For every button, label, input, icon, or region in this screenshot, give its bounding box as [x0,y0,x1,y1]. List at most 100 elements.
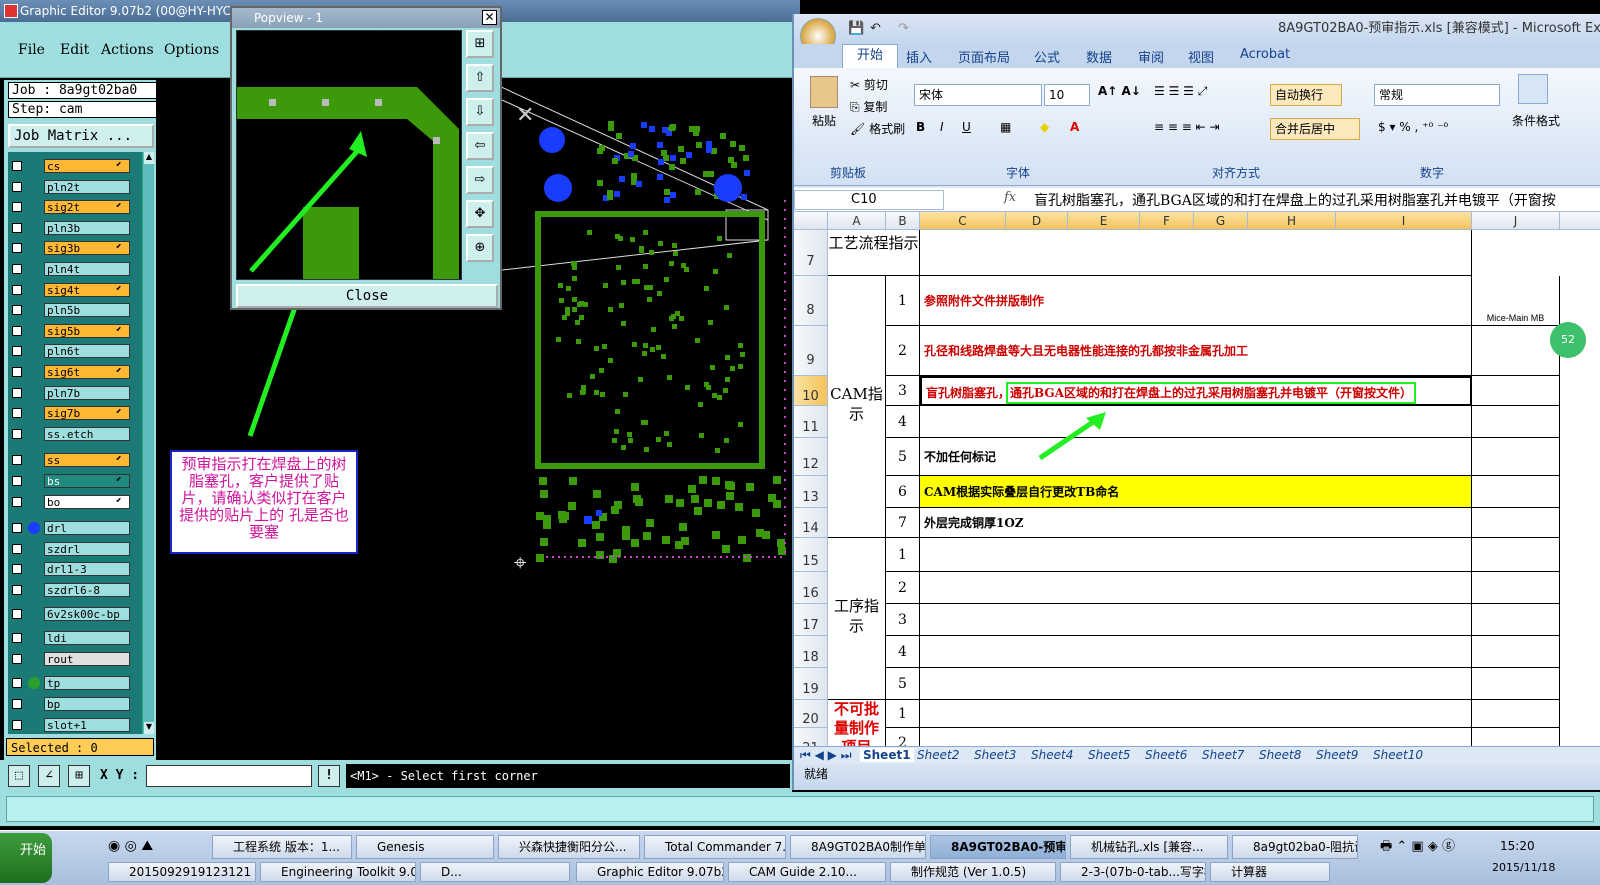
paste-icon[interactable] [810,76,838,108]
select-all-corner[interactable] [794,212,828,230]
column-header[interactable]: H [1248,212,1336,230]
cell-b14[interactable]: 7 [886,508,920,538]
taskbar-button[interactable]: 8A9GT02BA0-预审... [930,835,1066,859]
cell-j11[interactable] [1472,406,1560,438]
layer-checkbox[interactable] [12,543,22,554]
row-header[interactable]: 16 [794,572,828,604]
layer-row[interactable]: bp [8,696,146,712]
layer-list-scrollbar[interactable]: ▲ ▼ [142,152,154,734]
layer-row[interactable]: rout [8,651,146,667]
cell-c12[interactable]: 不加任何标记 [920,438,1472,476]
layer-checkbox[interactable] [12,653,22,664]
taskbar-button[interactable]: 2-3-(07b-0-tab...写字板 [1060,862,1206,882]
cell-c11[interactable] [920,406,1472,438]
menu-edit[interactable]: Edit [60,42,89,58]
conditional-format-button[interactable]: 条件格式 [1512,112,1560,129]
layer-row[interactable]: pln2t [8,179,146,195]
formula-input[interactable]: 盲孔树脂塞孔，通孔BGA区域的和打在焊盘上的过孔采用树脂塞孔并电镀平（开窗按 [1034,190,1600,210]
cell-c13[interactable]: CAM根据实际叠层自行更改TB命名 [920,476,1472,508]
tab-formulas[interactable]: 公式 [1034,47,1060,66]
taskbar-button[interactable]: 工程系统 版本：1... [212,835,352,859]
layer-row[interactable]: cs ⬋ [8,158,146,174]
tab-home[interactable]: 开始 [842,44,898,68]
layer-row[interactable]: drl [8,520,146,536]
cell-j15[interactable] [1472,538,1560,572]
layer-row[interactable]: ss.etch [8,426,146,442]
format-painter-button[interactable]: 🖌 格式刷 [850,120,905,137]
cell-j8[interactable]: Mice-Main MB [1472,276,1560,326]
cell-cam-merged[interactable]: CAM指示 [828,276,886,538]
layer-checkbox[interactable] [12,325,22,336]
save-icon[interactable]: 💾 [848,14,864,44]
layer-checkbox[interactable] [12,243,22,254]
layer-name[interactable]: ss.etch [44,426,130,441]
layer-name[interactable]: szdrl6-8 [44,583,130,597]
layer-checkbox[interactable] [12,523,22,534]
layer-name[interactable]: pln5b [44,303,130,318]
layer-row[interactable]: szdrl [8,541,146,557]
layer-row[interactable]: szdrl6-8 [8,582,146,598]
layer-checkbox[interactable] [12,346,22,357]
layer-checkbox[interactable] [12,476,22,486]
layer-row[interactable]: pln3b [8,220,146,236]
layer-checkbox[interactable] [12,496,22,507]
tab-page-layout[interactable]: 页面布局 [958,47,1010,66]
sheet-tab[interactable]: Sheet10 [1373,748,1423,762]
layer-name[interactable]: drl1-3 [44,562,130,577]
row-header[interactable]: 15 [794,538,828,572]
border-icon[interactable]: ▦ [1000,120,1011,134]
sheet-tab[interactable]: Sheet6 [1145,748,1187,762]
column-header[interactable]: A [828,212,886,230]
tab-insert[interactable]: 插入 [906,47,932,66]
layer-row[interactable]: slot+1 [8,717,146,733]
scroll-up-arrow-icon[interactable]: ▲ [144,152,154,164]
cell-b16[interactable]: 2 [886,572,920,604]
cell-j12[interactable] [1472,438,1560,476]
cell-b17[interactable]: 3 [886,604,920,636]
align-left-icon[interactable]: ≡ ≡ ≡ ⇤ ⇥ [1154,120,1220,134]
grid-icon[interactable]: ⊞ [68,765,90,787]
row-header[interactable]: 8 [794,276,828,326]
layer-row[interactable]: sig3b ⬋ [8,240,146,256]
layer-checkbox[interactable] [12,585,22,595]
pan-left-icon[interactable]: ⇦ [466,132,494,160]
sheet-tab[interactable]: Sheet7 [1202,748,1244,762]
layer-name[interactable]: szdrl [44,541,130,556]
layer-checkbox[interactable] [12,608,22,619]
row-header[interactable]: 9 [794,326,828,376]
popview-canvas[interactable] [236,30,462,280]
cell-j19[interactable] [1472,668,1560,700]
layer-row[interactable]: sig6t ⬋ [8,364,146,380]
cell-j10[interactable] [1472,376,1560,406]
taskbar-button[interactable]: Engineering Toolkit 9.07 [260,862,416,882]
undo-icon[interactable]: ↶ [870,14,881,44]
layer-name[interactable]: bp [44,697,130,711]
layer-row[interactable]: sig4t ⬋ [8,282,146,298]
row-header[interactable]: 19 [794,668,828,700]
layer-row[interactable]: pln4t [8,261,146,277]
column-header[interactable]: E [1068,212,1140,230]
cell-b12[interactable]: 5 [886,438,920,476]
wrap-text-button[interactable]: 自动换行 [1270,84,1342,106]
layer-checkbox[interactable] [12,455,22,466]
align-top-icon[interactable]: ☰ ☰ ☰ ⤢ [1154,84,1207,99]
cell-c15[interactable] [920,538,1472,572]
quick-launch-icons[interactable]: ◉ ◎ ⛰ [108,833,208,859]
taskbar-button[interactable]: Total Commander 7.0... [644,835,786,859]
cell-j18[interactable] [1472,636,1560,668]
layer-name[interactable]: rout [44,651,130,666]
sheet-nav-icon[interactable]: ⏮ ◀ ▶ ⏭ [800,748,852,763]
taskbar-button[interactable]: 计算器 [1210,862,1330,882]
menu-file[interactable]: File [18,42,45,58]
merge-center-button[interactable]: 合并后居中 [1270,118,1360,140]
layer-checkbox[interactable] [12,202,22,213]
comment-badge[interactable]: 52 [1550,322,1586,358]
taskbar-button[interactable]: 2015092919123121 tif [108,862,256,882]
column-header[interactable]: J [1472,212,1560,230]
paste-button[interactable]: 粘贴 [812,112,836,129]
cell-b15[interactable]: 1 [886,538,920,572]
bold-icon[interactable]: B [916,120,925,134]
cell-b13[interactable]: 6 [886,476,920,508]
tab-acrobat[interactable]: Acrobat [1240,47,1290,62]
pan-down-icon[interactable]: ⇩ [466,98,494,126]
